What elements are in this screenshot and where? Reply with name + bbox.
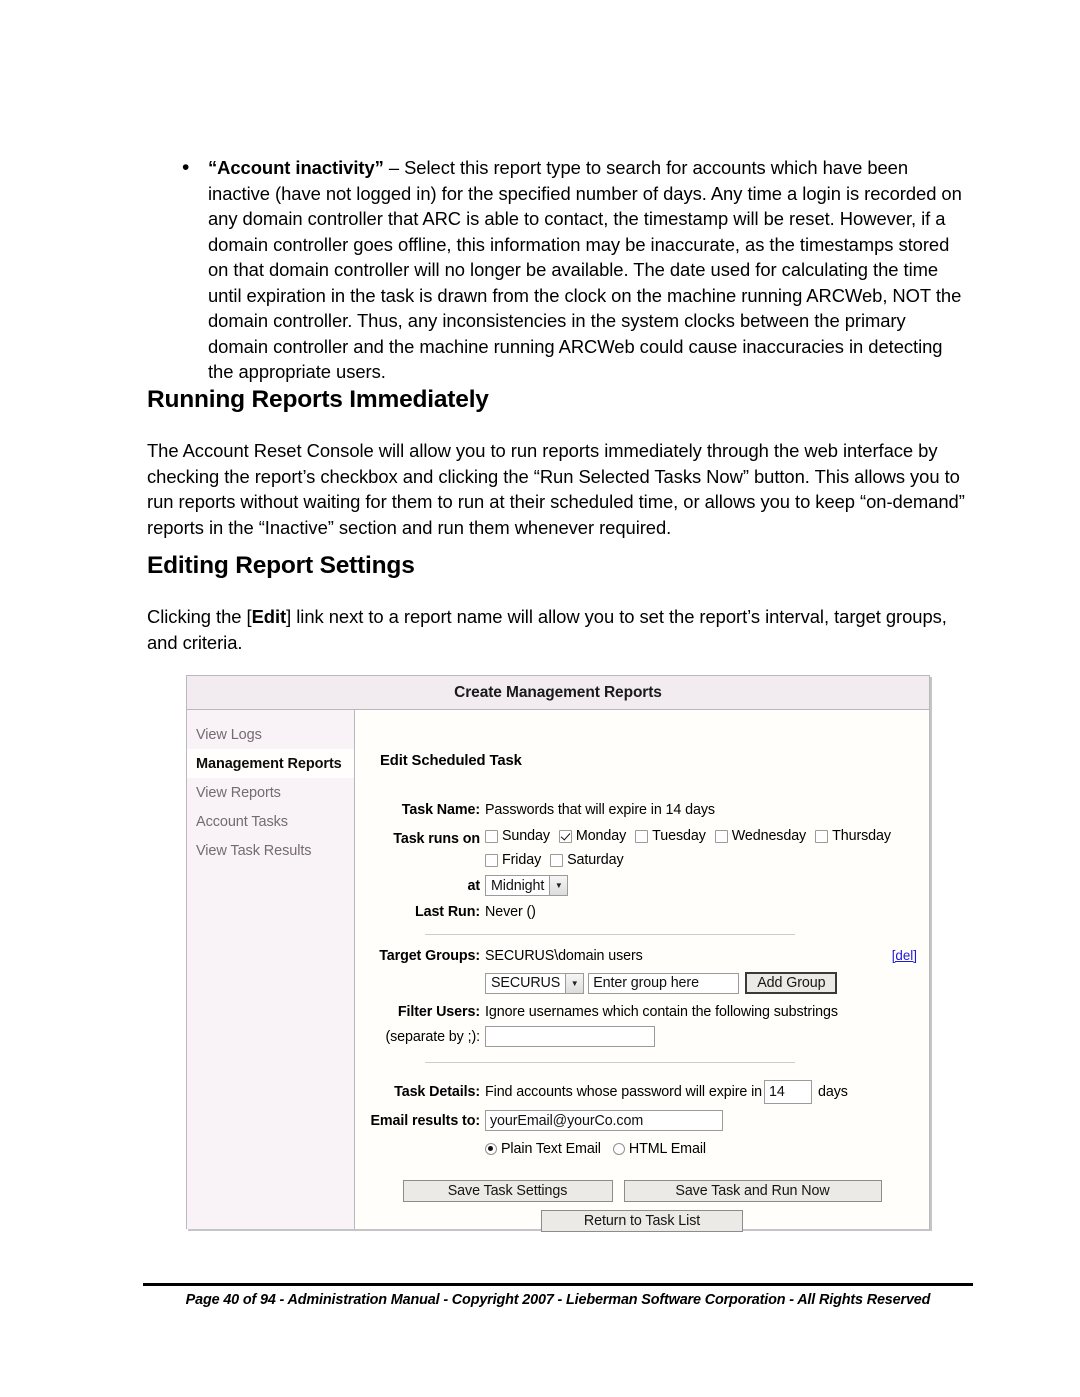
checkbox-wednesday[interactable]: Wednesday: [714, 828, 807, 844]
sidebar-item-view-task-results[interactable]: View Task Results: [187, 836, 354, 865]
value-task-details-prefix: Find accounts whose password will expire…: [485, 1084, 763, 1100]
add-group-button[interactable]: Add Group: [745, 972, 838, 994]
checkbox-friday-box[interactable]: [485, 853, 498, 867]
sidebar-item-view-reports[interactable]: View Reports: [187, 778, 354, 807]
checkbox-thursday[interactable]: Thursday: [815, 828, 891, 844]
row-separate-by: (separate by ;):: [355, 1026, 929, 1047]
row-last-run: Last Run: Never (): [355, 904, 929, 920]
row-task-runs-on-1: Task runs on Sunday Monday Tuesday Wedne…: [355, 828, 929, 847]
row-filter-users: Filter Users: Ignore usernames which con…: [355, 1004, 929, 1020]
paragraph-editing-report-settings: Clicking the [Edit] link next to a repor…: [147, 604, 971, 655]
checkbox-wednesday-label: Wednesday: [731, 828, 807, 844]
bullet-account-inactivity: • “Account inactivity” – Select this rep…: [178, 155, 968, 385]
button-row-primary: Save Task Settings Save Task and Run Now: [355, 1180, 929, 1202]
expire-days-input[interactable]: 14: [764, 1080, 813, 1104]
divider-1: [425, 934, 795, 935]
row-task-name: Task Name: Passwords that will expire in…: [355, 802, 929, 818]
heading-editing-report-settings: Editing Report Settings: [147, 552, 415, 579]
chevron-down-icon[interactable]: ▼: [549, 876, 568, 895]
checkbox-tuesday-box[interactable]: [635, 829, 649, 843]
bullet-rest: – Select this report type to search for …: [208, 157, 962, 382]
value-task-name: Passwords that will expire in 14 days: [485, 802, 715, 818]
document-page: • “Account inactivity” – Select this rep…: [0, 0, 1080, 1397]
checkbox-wednesday-box[interactable]: [714, 829, 728, 843]
value-task-details-suffix: days: [818, 1084, 848, 1100]
label-task-details: Task Details:: [394, 1084, 480, 1100]
checkbox-saturday[interactable]: Saturday: [550, 852, 624, 868]
row-at-time: at Midnight ▼: [355, 875, 929, 896]
heading-running-reports: Running Reports Immediately: [147, 386, 489, 413]
return-to-task-list-button[interactable]: Return to Task List: [541, 1210, 743, 1232]
value-target-groups: SECURUS\domain users: [485, 948, 643, 964]
checkbox-tuesday[interactable]: Tuesday: [635, 828, 706, 844]
sidebar-item-view-logs[interactable]: View Logs: [187, 720, 354, 749]
checkbox-saturday-label: Saturday: [567, 852, 624, 868]
time-select-value: Midnight: [491, 877, 545, 894]
bullet-marker: •: [182, 156, 190, 179]
divider-2: [425, 1062, 795, 1063]
checkbox-tuesday-label: Tuesday: [652, 828, 706, 844]
label-task-runs-on: Task runs on: [393, 830, 480, 847]
label-target-groups: Target Groups:: [379, 948, 480, 964]
checkbox-thursday-box[interactable]: [815, 829, 829, 843]
email-results-input[interactable]: yourEmail@yourCo.com: [485, 1110, 723, 1131]
app-sidebar: View Logs Management Reports View Report…: [187, 710, 355, 1229]
row-task-runs-on-2: Friday Saturday: [355, 852, 929, 868]
app-title-bar: Create Management Reports: [187, 676, 929, 710]
delete-group-link[interactable]: [del]: [892, 948, 917, 963]
bullet-lead-bold: “Account inactivity”: [208, 157, 384, 178]
row-target-groups: Target Groups: SECURUS\domain users: [355, 948, 929, 964]
checkbox-friday[interactable]: Friday: [485, 852, 541, 868]
label-last-run: Last Run:: [414, 904, 480, 920]
para-editing-part1: Clicking the [: [147, 606, 252, 627]
label-separate-by: (separate by ;):: [385, 1028, 480, 1045]
footer-divider: [143, 1283, 973, 1286]
row-email-results: Email results to: yourEmail@yourCo.com: [355, 1110, 929, 1131]
radio-plain-text-email-dot[interactable]: [485, 1143, 497, 1155]
radio-html-email-label: HTML Email: [628, 1141, 706, 1157]
app-main-panel: Edit Scheduled Task Task Name: Passwords…: [355, 710, 929, 1232]
row-task-details: Task Details: Find accounts whose passwo…: [355, 1080, 929, 1104]
para-editing-edit-bold: Edit: [251, 606, 287, 627]
filter-substrings-input[interactable]: [485, 1026, 655, 1047]
checkbox-monday[interactable]: Monday: [558, 828, 627, 844]
save-task-settings-button[interactable]: Save Task Settings: [402, 1180, 613, 1202]
app-body: View Logs Management Reports View Report…: [187, 710, 929, 1232]
checkbox-friday-label: Friday: [502, 852, 542, 868]
paragraph-running-reports: The Account Reset Console will allow you…: [147, 440, 965, 538]
checkbox-monday-box[interactable]: [558, 829, 572, 843]
label-task-name: Task Name:: [401, 802, 480, 818]
checkbox-sunday-label: Sunday: [502, 828, 550, 844]
sidebar-item-management-reports[interactable]: Management Reports: [187, 749, 354, 778]
time-select[interactable]: Midnight ▼: [485, 875, 569, 896]
radio-html-email[interactable]: HTML Email: [612, 1141, 706, 1157]
bullet-body: “Account inactivity” – Select this repor…: [208, 155, 968, 385]
group-name-input[interactable]: Enter group here: [588, 972, 740, 994]
sidebar-item-account-tasks[interactable]: Account Tasks: [187, 807, 354, 836]
save-task-and-run-now-button[interactable]: Save Task and Run Now: [623, 1180, 882, 1202]
label-email-results: Email results to:: [370, 1112, 480, 1129]
label-filter-users: Filter Users:: [397, 1004, 480, 1020]
row-email-format: Plain Text Email HTML Email: [355, 1141, 929, 1157]
value-last-run: Never (): [485, 904, 536, 920]
radio-plain-text-email-label: Plain Text Email: [501, 1141, 601, 1157]
checkbox-sunday-box[interactable]: [485, 829, 498, 843]
row-add-group-controls: SECURUS ▼ Enter group here Add Group: [355, 972, 929, 994]
value-filter-users: Ignore usernames which contain the follo…: [485, 1004, 838, 1020]
footer-text: Page 40 of 94 - Administration Manual - …: [185, 1292, 931, 1308]
radio-plain-text-email[interactable]: Plain Text Email: [485, 1141, 601, 1157]
embedded-app-screenshot: Create Management Reports View Logs Mana…: [186, 675, 930, 1232]
checkbox-saturday-box[interactable]: [550, 853, 564, 867]
label-at: at: [467, 877, 480, 894]
button-row-secondary: Return to Task List: [355, 1210, 929, 1232]
checkbox-sunday[interactable]: Sunday: [485, 828, 550, 844]
checkbox-monday-label: Monday: [575, 828, 627, 844]
domain-select[interactable]: SECURUS ▼: [485, 972, 585, 994]
radio-html-email-dot[interactable]: [612, 1143, 625, 1155]
checkbox-thursday-label: Thursday: [832, 828, 891, 844]
domain-select-value: SECURUS: [491, 975, 561, 991]
chevron-down-icon[interactable]: ▼: [565, 973, 584, 993]
section-title-edit-scheduled-task: Edit Scheduled Task: [380, 753, 522, 769]
